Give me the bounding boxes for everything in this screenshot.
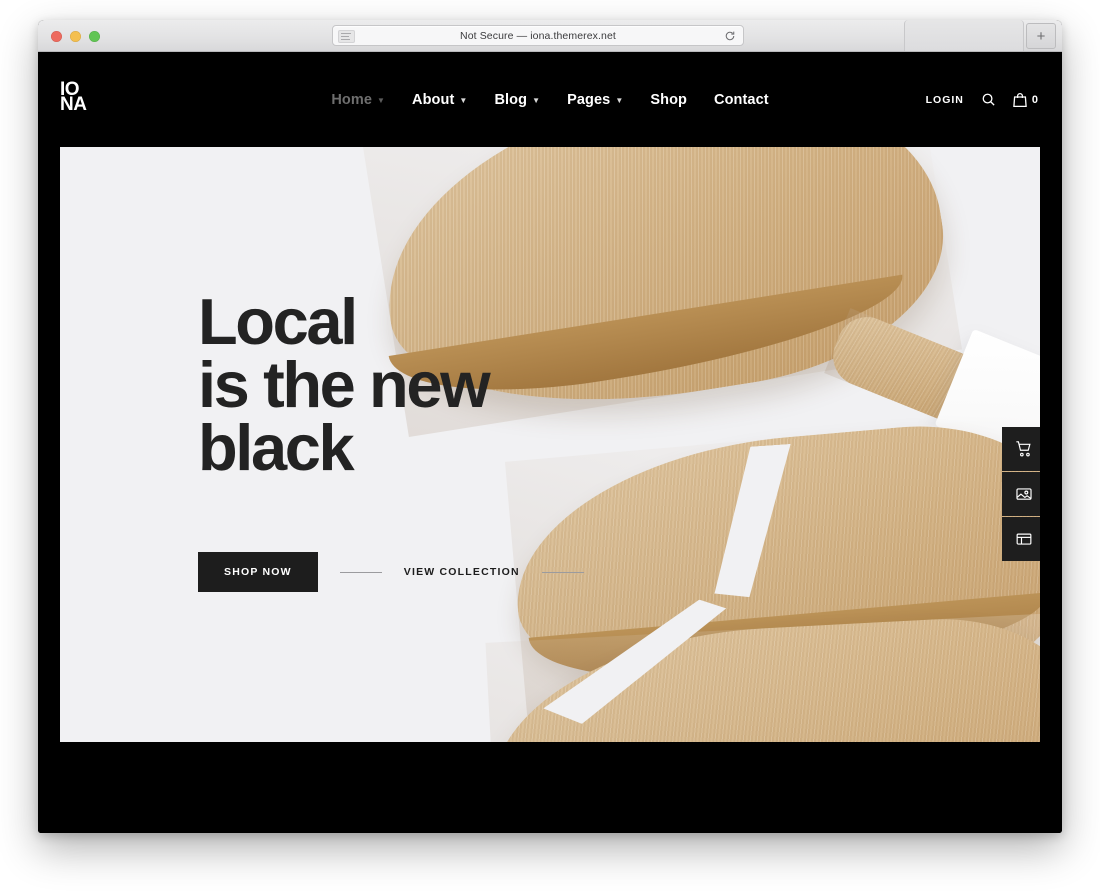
search-icon[interactable] — [981, 92, 996, 107]
maximize-window-button[interactable] — [89, 31, 100, 42]
headline-line-3: black — [198, 411, 355, 485]
reader-mode-icon[interactable] — [338, 30, 355, 43]
browser-window: Not Secure — iona.themerex.net + IO NA H… — [38, 20, 1062, 833]
nav-item-home[interactable]: Home ▼ — [331, 92, 385, 108]
nav-label-home: Home — [331, 91, 372, 108]
login-link[interactable]: LOGIN — [926, 94, 964, 106]
shopping-cart-icon[interactable] — [1002, 427, 1040, 471]
nav-item-pages[interactable]: Pages ▼ — [567, 92, 623, 108]
page-viewport: IO NA Home ▼ About ▼ Blog ▼ Pages ▼ Shop… — [38, 52, 1062, 833]
chevron-down-icon: ▼ — [615, 96, 624, 105]
site-header: IO NA Home ▼ About ▼ Blog ▼ Pages ▼ Shop… — [38, 52, 1062, 147]
nav-item-shop[interactable]: Shop — [650, 92, 687, 108]
nav-label-blog: Blog — [494, 91, 528, 108]
nav-item-about[interactable]: About ▼ — [412, 92, 467, 108]
shop-now-button[interactable]: SHOP NOW — [198, 552, 318, 592]
hero-section: Local is the new black SHOP NOW VIEW COL… — [60, 147, 1040, 742]
view-collection-link[interactable]: VIEW COLLECTION — [404, 566, 520, 578]
cta-trailing-line — [541, 571, 584, 573]
reload-icon[interactable] — [724, 30, 736, 42]
browser-titlebar: Not Secure — iona.themerex.net + — [38, 20, 1062, 52]
browser-tab[interactable] — [904, 20, 1024, 51]
nav-label-contact: Contact — [714, 91, 769, 108]
nav-item-contact[interactable]: Contact — [714, 92, 769, 108]
page-bottom-band — [38, 742, 1062, 833]
main-navigation: Home ▼ About ▼ Blog ▼ Pages ▼ Shop Conta… — [38, 52, 1062, 147]
url-text: Not Secure — iona.themerex.net — [460, 29, 616, 42]
image-gallery-icon[interactable] — [1002, 472, 1040, 516]
close-window-button[interactable] — [51, 31, 62, 42]
minimize-window-button[interactable] — [70, 31, 81, 42]
nav-label-about: About — [412, 91, 455, 108]
window-layout-icon[interactable] — [1002, 517, 1040, 561]
hero-headline: Local is the new black — [198, 285, 491, 485]
hero-cta-row: SHOP NOW VIEW COLLECTION — [198, 552, 606, 592]
headline-line-1: Local — [198, 285, 358, 358]
cart-count: 0 — [1031, 93, 1038, 106]
shopping-bag-icon — [1013, 92, 1027, 108]
cta-divider-line — [339, 571, 382, 573]
cart-button[interactable]: 0 — [1013, 92, 1038, 108]
side-tool-rail — [1002, 427, 1040, 561]
chevron-down-icon: ▼ — [377, 96, 386, 105]
chevron-down-icon: ▼ — [459, 96, 468, 105]
chevron-down-icon: ▼ — [532, 96, 541, 105]
new-tab-button[interactable]: + — [1026, 23, 1056, 49]
headline-line-2: is the new — [198, 348, 491, 422]
nav-label-pages: Pages — [567, 91, 611, 108]
url-bar[interactable]: Not Secure — iona.themerex.net — [332, 25, 744, 46]
nav-item-blog[interactable]: Blog ▼ — [494, 92, 540, 108]
traffic-lights — [51, 31, 100, 42]
header-actions: LOGIN 0 — [926, 52, 1038, 147]
nav-label-shop: Shop — [650, 91, 688, 108]
